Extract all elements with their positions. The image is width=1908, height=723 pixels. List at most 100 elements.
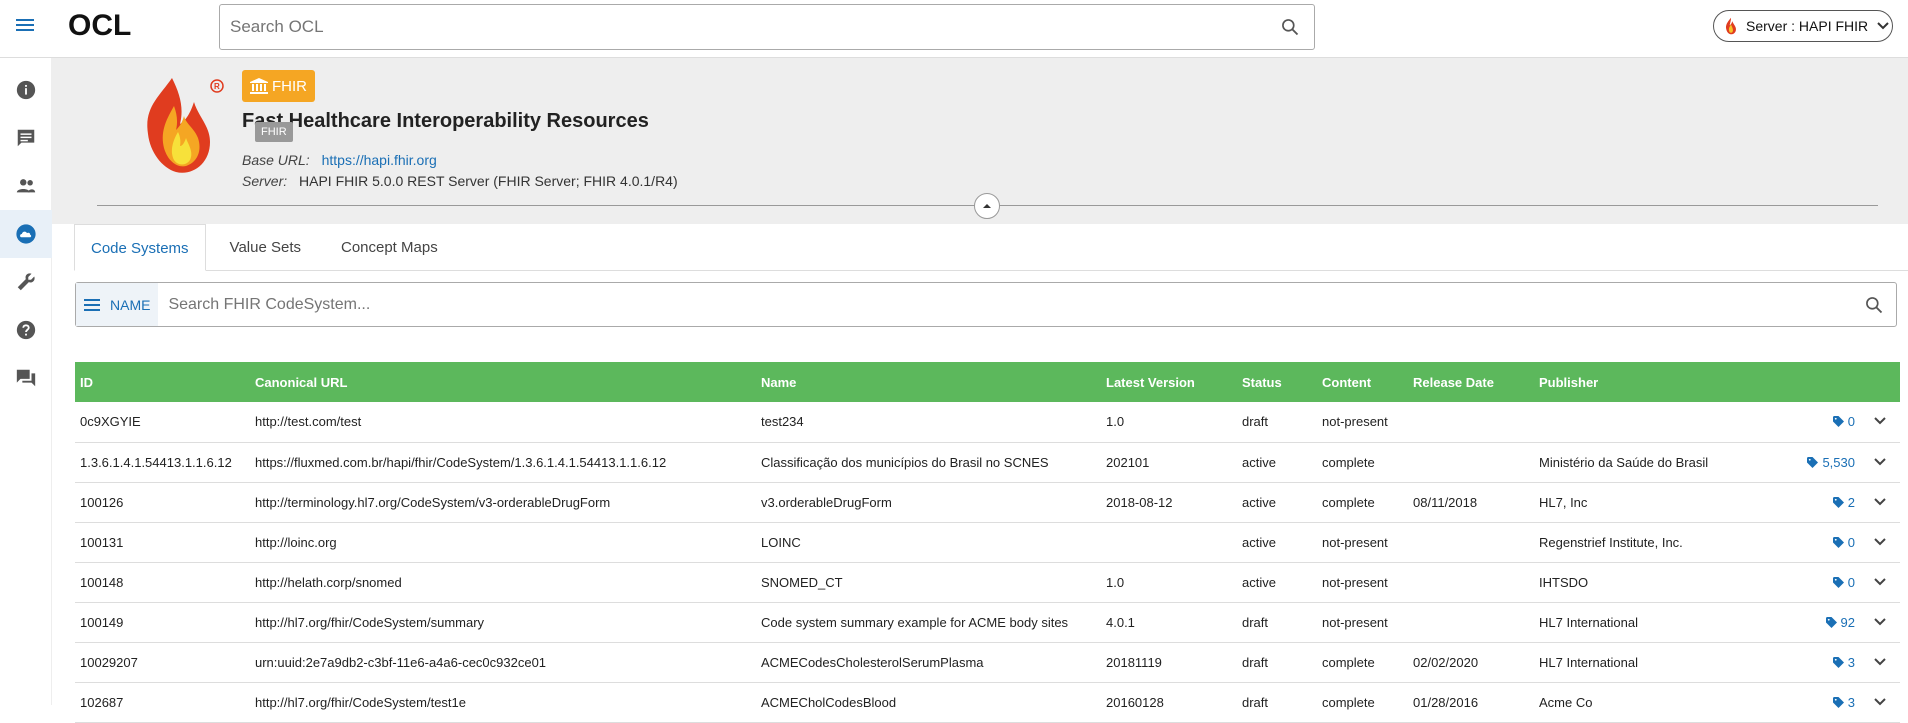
cell-status: active xyxy=(1242,494,1276,510)
cell-id: 0c9XGYIE xyxy=(80,414,141,430)
table-row[interactable]: 10029207 urn:uuid:2e7a9db2-c3bf-11e6-a4a6… xyxy=(75,642,1900,682)
cell-publisher: Ministério da Saúde do Brasil xyxy=(1539,454,1709,470)
expand-row-button[interactable] xyxy=(1860,402,1900,442)
concept-count[interactable]: 2 xyxy=(1780,482,1860,522)
concept-count-value: 0 xyxy=(1847,574,1855,590)
cell-content: not-present xyxy=(1322,574,1388,590)
cell-name: Code system summary example for ACME bod… xyxy=(761,614,1069,630)
cell-id: 1.3.6.1.4.1.54413.1.1.6.12 xyxy=(80,454,232,470)
cell-publisher: HL7 International xyxy=(1539,614,1639,630)
server-info-value: HAPI FHIR 5.0.0 REST Server (FHIR Server… xyxy=(299,173,678,189)
concept-count[interactable]: 92 xyxy=(1780,602,1860,642)
column-header-content[interactable]: Content xyxy=(1317,362,1408,402)
tag-icon xyxy=(1825,616,1837,628)
search-icon[interactable] xyxy=(1280,17,1300,37)
tab-concept-maps[interactable]: Concept Maps xyxy=(325,224,454,271)
chevron-down-icon xyxy=(1874,617,1886,625)
tag-icon xyxy=(1832,416,1844,428)
arrow-up-icon xyxy=(983,204,991,208)
expand-row-button[interactable] xyxy=(1860,522,1900,562)
tag-icon xyxy=(1832,496,1844,508)
concept-count[interactable]: 0 xyxy=(1780,522,1860,562)
expand-row-button[interactable] xyxy=(1860,562,1900,602)
cell-id: 102687 xyxy=(80,694,124,710)
table-row[interactable]: 102687 http://hl7.org/fhir/CodeSystem/tes… xyxy=(75,682,1900,722)
column-header-url[interactable]: Canonical URL xyxy=(250,362,756,402)
column-header-name[interactable]: Name xyxy=(756,362,1101,402)
concept-count-value: 2 xyxy=(1847,494,1855,510)
table-row[interactable]: 1.3.6.1.4.1.54413.1.1.6.12 https://fluxme… xyxy=(75,442,1900,482)
sidebar-item-messages[interactable] xyxy=(0,114,52,162)
app-logo[interactable]: OCL xyxy=(68,9,131,43)
collapse-header-button[interactable] xyxy=(974,193,1000,219)
column-header-count xyxy=(1780,362,1860,402)
cell-content: complete xyxy=(1322,454,1375,470)
concept-count[interactable]: 3 xyxy=(1780,682,1860,722)
sidebar-item-forum[interactable] xyxy=(0,354,52,402)
cell-version: 2018-08-12 xyxy=(1106,494,1173,510)
cell-publisher xyxy=(1534,402,1780,442)
cell-url: urn:uuid:2e7a9db2-c3bf-11e6-a4a6-cec0c93… xyxy=(255,654,547,670)
expand-row-button[interactable] xyxy=(1860,682,1900,722)
cell-version: 20181119 xyxy=(1106,654,1162,670)
menu-icon[interactable] xyxy=(16,16,38,38)
concept-count[interactable]: 3 xyxy=(1780,642,1860,682)
concept-count[interactable]: 0 xyxy=(1780,562,1860,602)
cell-url: http://hl7.org/fhir/CodeSystem/summary xyxy=(255,614,485,630)
concept-count[interactable]: 5,530 xyxy=(1780,442,1860,482)
help-icon xyxy=(16,320,36,340)
table-row[interactable]: 100131 http://loinc.org LOINC active not-pre… xyxy=(75,522,1900,562)
expand-row-button[interactable] xyxy=(1860,602,1900,642)
cell-publisher: HL7 International xyxy=(1539,654,1639,670)
table-row[interactable]: 100148 http://helath.corp/snomed SNOMED_CT… xyxy=(75,562,1900,602)
base-url-label: Base URL: xyxy=(242,152,310,168)
people-icon xyxy=(16,179,36,193)
search-field-selector[interactable]: NAME xyxy=(76,283,159,326)
cell-date: 08/11/2018 xyxy=(1413,494,1478,510)
search-input[interactable] xyxy=(220,5,1240,49)
concept-count[interactable]: 0 xyxy=(1780,402,1860,442)
expand-row-button[interactable] xyxy=(1860,642,1900,682)
server-info-label: Server: xyxy=(242,173,288,189)
cell-status: draft xyxy=(1242,654,1269,670)
codesystem-search-input[interactable] xyxy=(158,283,1864,326)
fhir-badge: FHIR xyxy=(242,70,315,102)
cell-url: http://helath.corp/snomed xyxy=(255,574,402,590)
search-icon[interactable] xyxy=(1864,295,1884,315)
fhir-badge-label: FHIR xyxy=(272,77,307,95)
sidebar-item-users[interactable] xyxy=(0,162,52,210)
tab-value-sets[interactable]: Value Sets xyxy=(214,224,317,271)
column-header-release-date[interactable]: Release Date xyxy=(1408,362,1534,402)
expand-row-button[interactable] xyxy=(1860,482,1900,522)
base-url-link[interactable]: https://hapi.fhir.org xyxy=(322,152,437,168)
tab-code-systems[interactable]: Code Systems xyxy=(74,224,206,271)
column-header-publisher[interactable]: Publisher xyxy=(1534,362,1780,402)
sidebar-item-tools[interactable] xyxy=(0,258,52,306)
fhir-flame-icon xyxy=(1725,17,1736,35)
sidebar-item-about[interactable] xyxy=(0,66,52,114)
column-header-version[interactable]: Latest Version xyxy=(1101,362,1237,402)
chevron-down-icon xyxy=(1877,22,1889,30)
cell-url: http://test.com/test xyxy=(255,414,362,430)
expand-row-button[interactable] xyxy=(1860,442,1900,482)
wrench-icon xyxy=(17,273,35,291)
server-line: Server: HAPI FHIR 5.0.0 REST Server (FHI… xyxy=(242,173,678,189)
cell-name: SNOMED_CT xyxy=(761,574,843,590)
concept-count-value: 0 xyxy=(1847,534,1855,550)
server-selector-button[interactable]: Server : HAPI FHIR xyxy=(1713,10,1893,42)
table-row[interactable]: 100149 http://hl7.org/fhir/CodeSystem/sum… xyxy=(75,602,1900,642)
column-header-status[interactable]: Status xyxy=(1237,362,1317,402)
cell-content: complete xyxy=(1322,494,1375,510)
server-label: Server : HAPI FHIR xyxy=(1746,18,1869,34)
sidebar-item-help[interactable] xyxy=(0,306,52,354)
column-header-id[interactable]: ID xyxy=(75,362,250,402)
sidebar-item-cloud[interactable] xyxy=(0,210,52,258)
table-row[interactable]: 100126 http://terminology.hl7.org/CodeSys… xyxy=(75,482,1900,522)
concept-count-value: 3 xyxy=(1847,654,1855,670)
list-icon xyxy=(84,298,100,311)
cell-name: LOINC xyxy=(761,534,801,550)
concept-count-value: 5,530 xyxy=(1822,454,1855,470)
cell-date xyxy=(1408,562,1534,602)
base-url-line: Base URL: https://hapi.fhir.org xyxy=(242,152,437,168)
table-row[interactable]: 0c9XGYIE http://test.com/test test234 1.0 dr… xyxy=(75,402,1900,442)
